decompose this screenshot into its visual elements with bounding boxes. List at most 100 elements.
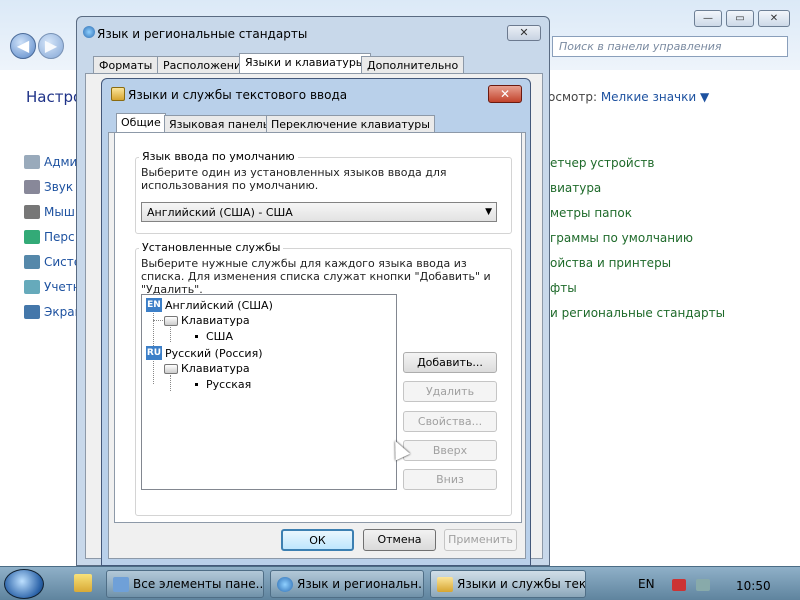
page-title: Настро (26, 88, 83, 106)
forward-icon[interactable]: ▶ (38, 33, 64, 59)
language-code-badge: RU (146, 346, 162, 360)
tab-additional[interactable]: Дополнительно (361, 56, 465, 74)
taskbar-item-control-panel[interactable]: Все элементы пане... (106, 570, 264, 598)
display-icon (24, 305, 40, 319)
cp-item-device-manager[interactable]: етчер устройств (550, 156, 654, 170)
group-description: Выберите нужные службы для каждого языка… (141, 257, 491, 296)
language-indicator[interactable]: EN (638, 577, 655, 591)
tree-item-keyboard[interactable]: Клавиатура (164, 362, 250, 375)
keyboard-icon (164, 363, 178, 374)
properties-button[interactable]: Свойства... (403, 411, 497, 432)
close-icon[interactable]: ✕ (758, 10, 790, 27)
text-services-dialog: Языки и службы текстового ввода ✕ Общие … (101, 78, 531, 566)
minimize-icon[interactable]: — (694, 10, 722, 27)
tab-general[interactable]: Общие (116, 113, 166, 134)
tree-item-english[interactable]: EN Английский (США) (146, 298, 273, 312)
tree-line (170, 375, 171, 391)
tree-item-label: Русская (206, 378, 252, 391)
taskbar-item-region-language[interactable]: Язык и региональн... (270, 570, 424, 598)
view-label: осмотр: (548, 90, 597, 104)
keyboard-icon (164, 315, 178, 326)
bullet-icon (195, 383, 198, 386)
dialog-title: Языки и службы текстового ввода (128, 88, 348, 102)
cp-item-accounts[interactable]: Учетн (24, 280, 81, 294)
tree-item-label: Клавиатура (181, 362, 250, 375)
globe-icon (83, 26, 95, 38)
tree-item-label: Русский (Россия) (165, 346, 263, 360)
clock[interactable]: 10:50 (736, 579, 771, 593)
close-icon[interactable]: ✕ (488, 85, 522, 103)
action-center-icon[interactable] (672, 579, 686, 591)
bullet-icon (195, 335, 198, 338)
chevron-down-icon: ▼ (700, 90, 710, 104)
cp-item-label: Звук (44, 180, 74, 194)
back-icon[interactable]: ◀ (10, 33, 36, 59)
cp-item-devices-printers[interactable]: ойства и принтеры (550, 256, 671, 270)
volume-muted-icon[interactable] (696, 579, 710, 591)
move-up-button[interactable]: Вверх (403, 440, 497, 461)
admin-tools-icon (24, 155, 40, 169)
cp-item-default-programs[interactable]: граммы по умолчанию (550, 231, 693, 245)
tree-line (170, 327, 171, 342)
cp-item-sound[interactable]: Звук (24, 180, 73, 194)
cp-item-mouse[interactable]: Мыш (24, 205, 75, 219)
default-language-select[interactable]: Английский (США) - США ▼ (141, 202, 497, 222)
cp-item-label: Адми (44, 155, 78, 169)
search-input[interactable]: Поиск в панели управления (552, 36, 788, 57)
view-value[interactable]: Мелкие значки (601, 90, 696, 104)
view-selector[interactable]: осмотр: Мелкие значки ▼ (548, 90, 709, 104)
cp-item-fonts[interactable]: фты (550, 281, 577, 295)
tree-item-russian[interactable]: RU Русский (Россия) (146, 346, 263, 360)
keyboard-icon (437, 577, 453, 592)
ok-button[interactable]: ОК (281, 529, 354, 551)
cp-item-label: Мыш (44, 205, 75, 219)
control-panel-icon (113, 577, 129, 592)
users-icon (24, 280, 40, 294)
dialog-body: Язык ввода по умолчанию Выберите один из… (108, 132, 526, 559)
system-icon (24, 255, 40, 269)
cp-item-system[interactable]: Систе (24, 255, 81, 269)
taskbar-item-label: Языки и службы тек... (457, 577, 586, 591)
taskbar: Все элементы пане... Язык и региональн..… (0, 566, 800, 600)
explorer-icon[interactable] (74, 574, 92, 592)
tab-panel: Язык ввода по умолчанию Выберите один из… (114, 133, 522, 523)
move-down-button[interactable]: Вниз (403, 469, 497, 490)
tab-languages-keyboards[interactable]: Языки и клавиатуры (239, 53, 371, 74)
tree-item-label: Клавиатура (181, 314, 250, 327)
cp-item-admin[interactable]: Адми (24, 155, 77, 169)
tree-item-keyboard[interactable]: Клавиатура (164, 314, 250, 327)
cp-item-personalization[interactable]: Перс (24, 230, 75, 244)
tree-item-layout-ru[interactable]: Русская (190, 378, 251, 391)
maximize-icon[interactable]: ▭ (726, 10, 754, 27)
cp-item-display[interactable]: Экран (24, 305, 82, 319)
cp-item-region-language[interactable]: и региональные стандарты (550, 306, 725, 320)
tree-item-label: США (206, 330, 233, 343)
tree-item-layout-us[interactable]: США (190, 330, 233, 343)
taskbar-item-text-services[interactable]: Языки и службы тек... (430, 570, 586, 598)
taskbar-item-label: Все элементы пане... (133, 577, 264, 591)
tree-line (153, 320, 163, 321)
tree-item-label: Английский (США) (165, 298, 273, 312)
apply-button[interactable]: Применить (444, 529, 517, 551)
mouse-icon (24, 205, 40, 219)
cp-item-keyboard[interactable]: виатура (550, 181, 601, 195)
tab-formats[interactable]: Форматы (93, 56, 159, 74)
chevron-down-icon: ▼ (485, 207, 492, 217)
language-code-badge: EN (146, 298, 162, 312)
group-label: Язык ввода по умолчанию (139, 150, 298, 163)
tab-language-bar[interactable]: Языковая панель (164, 115, 275, 133)
taskbar-item-label: Язык и региональн... (297, 577, 424, 591)
add-button[interactable]: Добавить... (403, 352, 497, 373)
tab-keyboard-switching[interactable]: Переключение клавиатуры (266, 115, 435, 133)
services-tree[interactable]: EN Английский (США) Клавиатура США RU Русс… (141, 294, 397, 490)
cancel-button[interactable]: Отмена (363, 529, 436, 551)
cp-item-label: Перс (44, 230, 75, 244)
close-icon[interactable]: ✕ (507, 25, 541, 41)
start-button[interactable] (4, 569, 44, 599)
select-value: Английский (США) - США (147, 206, 293, 219)
remove-button[interactable]: Удалить (403, 381, 497, 402)
personalization-icon (24, 230, 40, 244)
window-title: Язык и региональные стандарты (97, 27, 308, 41)
cp-item-folder-options[interactable]: метры папок (550, 206, 632, 220)
tree-line (153, 358, 154, 384)
